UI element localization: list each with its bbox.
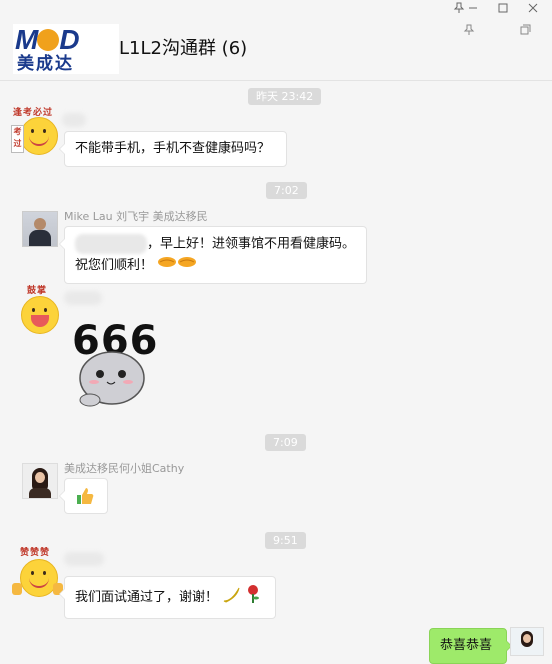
message-text: ，早上好！进领事馆不用看健康码。 [147,236,356,252]
pin-chat-icon[interactable] [460,24,478,39]
meme-sticker[interactable]: 666 [70,318,158,408]
logo-chinese: 美成达 [17,54,74,74]
timestamp: 9:51 [265,532,306,549]
timestamp: 昨天 23:42 [248,88,322,105]
logo-letter-m: M [15,24,38,55]
close-icon[interactable] [524,2,542,17]
message-text: 我们面试通过了，谢谢！ [75,590,219,605]
mention-blurred [75,234,147,254]
message-bubble-self[interactable]: 恭喜恭喜 [429,628,512,664]
sender-name: Mike Lau 刘飞宇 美成达移民 [64,210,208,223]
self-avatar[interactable] [510,627,544,656]
smiley-clapping-avatar-icon[interactable] [21,296,59,334]
sender-name-blurred [64,552,104,566]
sender-name: 美成达移民何小姐Cathy [64,462,185,475]
smiley-avatar-icon[interactable] [20,117,58,155]
sticker-caption: 逢考必过 [13,108,54,118]
timestamp: 7:02 [266,182,307,199]
avatar[interactable] [22,211,58,247]
handshake-emoji [177,255,197,276]
logo: MD 美成达 [13,24,119,74]
avatar[interactable] [22,463,58,499]
timestamp: 7:09 [265,434,306,451]
rose-emoji [246,584,260,611]
sign-icon: 考过 [11,125,24,153]
window-restore-icon[interactable] [516,24,534,39]
message-bubble[interactable] [59,478,108,514]
message-bubble[interactable]: ，早上好！进领事馆不用看健康码。 祝您们顺利！ [59,226,367,284]
logo-letter-d: D [59,24,79,55]
logo-circle-icon [37,28,60,51]
thumbs-up-icon [12,583,22,595]
handshake-emoji [157,255,177,276]
message-bubble[interactable]: 不能带手机，手机不查健康码吗？ [59,131,287,167]
chat-header: MD 美成达 L1L2沟通群 (6) [0,0,552,81]
sender-name-blurred [62,113,86,127]
sticker-caption: 赞赞赞 [20,548,51,558]
sticker-caption: 鼓掌 [27,286,48,296]
sender-name-blurred [64,291,102,305]
cat-meme-icon [79,351,145,407]
minimize-icon[interactable] [464,2,482,17]
chat-title[interactable]: L1L2沟通群 (6) [119,34,247,60]
message-text: 祝您们顺利！ [75,257,154,273]
message-bubble[interactable]: 我们面试通过了，谢谢！ [59,576,276,619]
thumbs-up-emoji [77,488,94,504]
maximize-icon[interactable] [494,2,512,17]
banana-emoji [222,585,242,610]
